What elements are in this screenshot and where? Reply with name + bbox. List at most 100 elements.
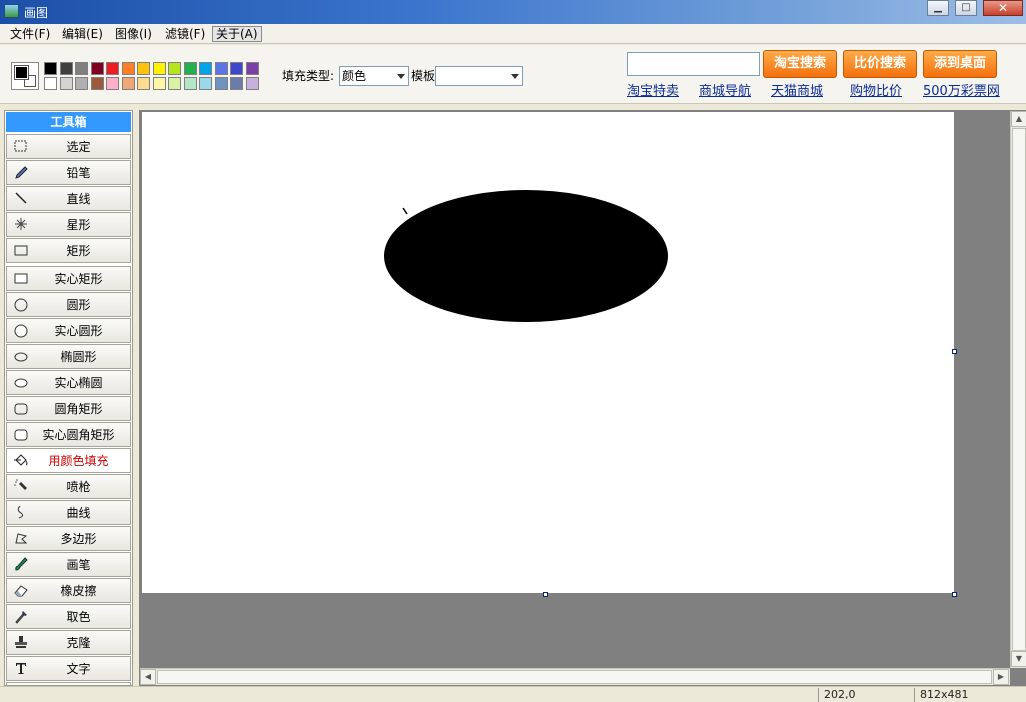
scroll-right-arrow-icon[interactable]: ▶ — [993, 669, 1009, 685]
horizontal-scroll-thumb[interactable] — [157, 670, 992, 684]
palette-color-swatch[interactable] — [59, 62, 73, 75]
palette-color-swatch[interactable] — [245, 77, 259, 90]
tool-pencil[interactable]: 铅笔 — [6, 160, 131, 185]
palette-color-swatch[interactable] — [245, 62, 259, 75]
link-shopping-compare[interactable]: 购物比价 — [850, 80, 902, 99]
tool-label: 直线 — [66, 192, 91, 206]
menu-edit[interactable]: 编辑(E) — [59, 26, 106, 42]
tool-filled-circle[interactable]: 实心圆形 — [6, 318, 131, 343]
palette-color-swatch[interactable] — [90, 62, 104, 75]
resize-handle-bottom[interactable] — [543, 592, 548, 597]
tool-label: 实心矩形 — [54, 272, 103, 286]
palette-color-swatch[interactable] — [230, 62, 243, 75]
palette-color-swatch[interactable] — [121, 62, 135, 75]
line-icon — [13, 190, 29, 206]
tool-filled-ellipse[interactable]: 实心椭圆 — [6, 370, 131, 395]
tool-ellipse[interactable]: 椭圆形 — [6, 344, 131, 369]
link-lottery[interactable]: 500万彩票网 — [923, 80, 1000, 99]
palette-color-swatch[interactable] — [75, 77, 88, 90]
tool-clone-stamp[interactable]: 克隆 — [6, 630, 131, 655]
palette-color-swatch[interactable] — [214, 62, 228, 75]
clone-stamp-icon — [13, 634, 29, 650]
tool-line[interactable]: 直线 — [6, 186, 131, 211]
price-compare-button[interactable]: 比价搜索 — [843, 50, 917, 78]
palette-color-swatch[interactable] — [137, 77, 150, 90]
link-tmall[interactable]: 天猫商城 — [771, 80, 823, 99]
template-select[interactable] — [435, 66, 523, 86]
palette-color-swatch[interactable] — [168, 77, 181, 90]
menu-image[interactable]: 图像(I) — [112, 26, 155, 42]
tool-curve[interactable]: 曲线 — [6, 500, 131, 525]
foreground-color-swatch[interactable] — [14, 65, 29, 80]
tool-filled-rectangle[interactable]: 实心矩形 — [6, 266, 131, 291]
palette-color-swatch[interactable] — [106, 62, 119, 75]
tool-star[interactable]: 星形 — [6, 212, 131, 237]
tool-rectangle[interactable]: 矩形 — [6, 238, 131, 263]
fill-type-select[interactable]: 颜色 — [339, 66, 409, 86]
tool-label: 多边形 — [60, 532, 97, 546]
palette-color-swatch[interactable] — [59, 77, 73, 90]
palette-color-swatch[interactable] — [199, 77, 212, 90]
palette-color-swatch[interactable] — [183, 77, 197, 90]
rounded-rectangle-icon — [13, 400, 29, 416]
minimize-button[interactable]: ▁ — [927, 0, 949, 16]
tool-fill-bucket[interactable]: 用颜色填充 — [6, 448, 131, 473]
drawing-canvas[interactable] — [142, 112, 954, 593]
scroll-down-arrow-icon[interactable]: ▼ — [1011, 651, 1026, 667]
palette-color-swatch[interactable] — [121, 77, 135, 90]
palette-color-swatch[interactable] — [106, 77, 119, 90]
palette-color-swatch[interactable] — [137, 62, 150, 75]
scroll-up-arrow-icon[interactable]: ▲ — [1011, 111, 1026, 127]
palette-color-swatch[interactable] — [183, 62, 197, 75]
vertical-scrollbar[interactable]: ▲ ▼ — [1010, 111, 1026, 668]
palette-color-swatch[interactable] — [199, 62, 212, 75]
search-input[interactable] — [627, 52, 760, 76]
menu-file[interactable]: 文件(F) — [7, 26, 53, 42]
tool-rounded-rectangle[interactable]: 圆角矩形 — [6, 396, 131, 421]
star-icon — [13, 216, 29, 232]
fill-type-label: 填充类型: — [282, 69, 335, 83]
link-taobao-sale[interactable]: 淘宝特卖 — [627, 80, 679, 99]
palette-color-swatch[interactable] — [152, 77, 166, 90]
canvas-area: ▲ ▼ ◀ ▶ — [139, 110, 1026, 686]
tool-airbrush[interactable]: 喷枪 — [6, 474, 131, 499]
palette-color-swatch[interactable] — [214, 77, 228, 90]
resize-handle-corner[interactable] — [952, 592, 957, 597]
pencil-icon — [13, 164, 29, 180]
link-mall-nav[interactable]: 商城导航 — [699, 80, 751, 99]
tool-color-picker[interactable]: 取色 — [6, 604, 131, 629]
tool-select[interactable]: 选定 — [6, 134, 131, 159]
tool-label: 铅笔 — [66, 166, 91, 180]
scroll-left-arrow-icon[interactable]: ◀ — [140, 669, 156, 685]
add-to-desktop-button[interactable]: 添到桌面 — [923, 50, 997, 78]
palette-color-swatch[interactable] — [90, 77, 104, 90]
tool-brush[interactable]: 画笔 — [6, 552, 131, 577]
close-button[interactable]: ✕ — [983, 0, 1023, 16]
palette-color-swatch[interactable] — [152, 62, 166, 75]
rectangle-icon — [13, 242, 29, 258]
palette-color-swatch[interactable] — [44, 62, 57, 75]
tool-eraser[interactable]: 橡皮擦 — [6, 578, 131, 603]
vertical-scroll-thumb[interactable] — [1012, 128, 1026, 651]
palette-color-swatch[interactable] — [168, 62, 181, 75]
tool-text[interactable]: 文字 — [6, 656, 131, 681]
horizontal-scrollbar[interactable]: ◀ ▶ — [140, 668, 1010, 685]
fill-bucket-icon — [13, 452, 29, 468]
status-bar: 202,0 812x481 — [0, 686, 1026, 702]
menu-filter[interactable]: 滤镜(F) — [162, 26, 208, 42]
taobao-search-button[interactable]: 淘宝搜索 — [763, 50, 837, 78]
tool-circle[interactable]: 圆形 — [6, 292, 131, 317]
current-colors[interactable] — [11, 62, 39, 90]
palette-color-swatch[interactable] — [75, 62, 88, 75]
menu-about[interactable]: 关于(A) — [212, 26, 262, 42]
tool-label: 矩形 — [66, 244, 91, 258]
tool-filled-rounded-rectangle[interactable]: 实心圆角矩形 — [6, 422, 131, 447]
palette-color-swatch[interactable] — [230, 77, 243, 90]
tool-polygon[interactable]: 多边形 — [6, 526, 131, 551]
tool-label: 克隆 — [66, 636, 91, 650]
maximize-button[interactable]: □ — [955, 0, 977, 16]
palette-color-swatch[interactable] — [44, 77, 57, 90]
tool-label: 喷枪 — [66, 480, 91, 494]
brush-icon — [13, 556, 29, 572]
resize-handle-right[interactable] — [952, 349, 957, 354]
